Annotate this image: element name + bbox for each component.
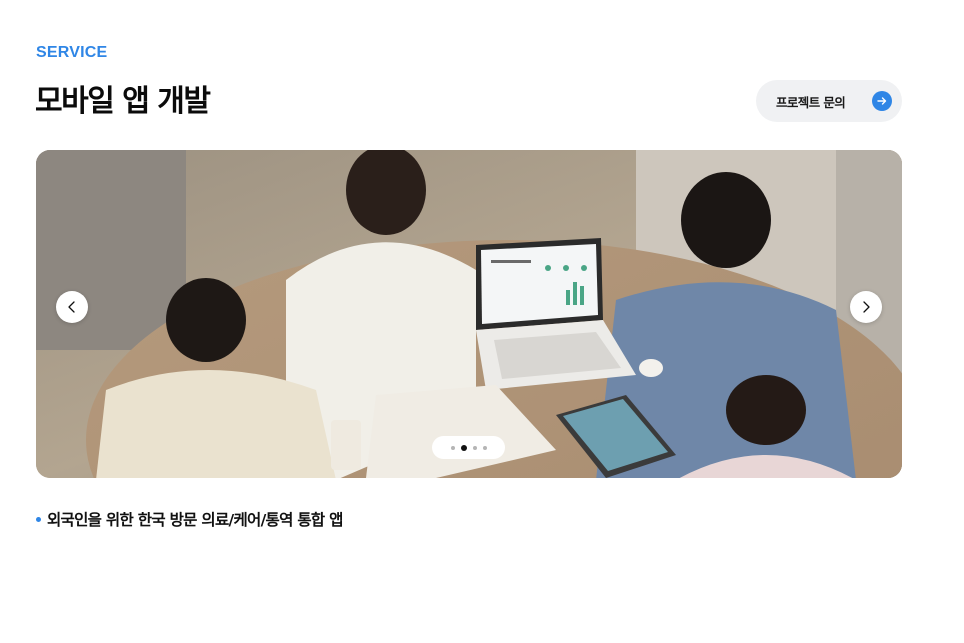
slider-dot-4[interactable]	[482, 445, 487, 450]
service-section: SERVICE 모바일 앱 개발 프로젝트 문의 외국인을 위한 한국 방문 의…	[0, 0, 964, 643]
slider-next-button[interactable]	[850, 291, 882, 323]
project-inquiry-label: 프로젝트 문의	[776, 94, 846, 110]
slide-photo	[36, 150, 902, 478]
project-inquiry-button[interactable]: 프로젝트 문의	[756, 80, 902, 122]
chevron-right-icon	[863, 301, 870, 313]
arrow-right-icon	[872, 91, 892, 111]
slide-caption-text: 외국인을 위한 한국 방문 의료/케어/통역 통합 앱	[47, 511, 343, 529]
image-slider[interactable]	[36, 150, 902, 478]
slider-dot-3[interactable]	[472, 445, 477, 450]
slider-prev-button[interactable]	[56, 291, 88, 323]
slider-dot-2[interactable]	[460, 444, 467, 451]
chevron-left-icon	[68, 301, 75, 313]
page-title: 모바일 앱 개발	[35, 84, 211, 119]
slider-dot-1[interactable]	[450, 445, 455, 450]
section-eyebrow: SERVICE	[36, 44, 108, 61]
slider-pagination	[432, 436, 505, 459]
slide-caption: 외국인을 위한 한국 방문 의료/케어/통역 통합 앱	[36, 508, 343, 530]
bullet-dot	[36, 516, 41, 522]
